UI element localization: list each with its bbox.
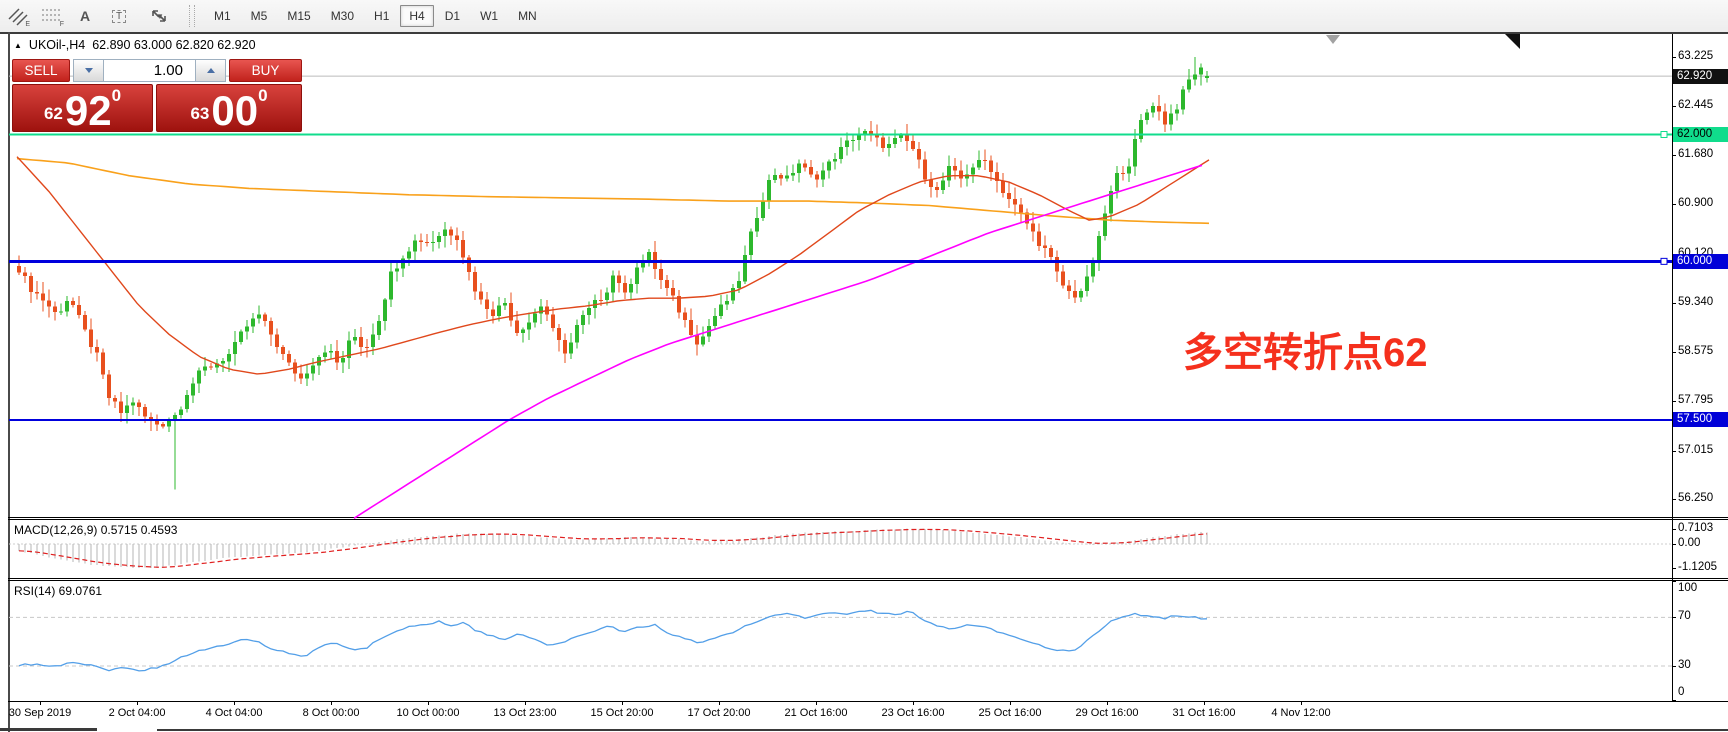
corner-marker-icon [1505, 34, 1520, 49]
buy-price-big: 00 [211, 94, 258, 128]
axis-label: 100 [1678, 582, 1697, 594]
collapse-panel-icon[interactable]: ▲ [14, 41, 22, 50]
time-axis-label: 29 Oct 16:00 [1076, 707, 1139, 719]
toolbar: E F A T ▼ M1M5M15M30H1H4D1W1MN [0, 0, 1728, 32]
tf-button-h1[interactable]: H1 [365, 5, 398, 27]
macd-pane[interactable] [9, 520, 1672, 577]
axis-label: 57.795 [1678, 394, 1713, 406]
equidistant-channel-icon[interactable]: E [1, 3, 33, 29]
volume-input[interactable]: 1.00 [104, 59, 195, 82]
hline-62000-handle[interactable] [1661, 131, 1667, 137]
axis-label: 63.225 [1678, 50, 1713, 62]
sell-price-big: 92 [65, 94, 112, 128]
time-axis-label: 10 Oct 00:00 [397, 707, 460, 719]
one-click-trading-panel: SELL 1.00 BUY 62 92 0 63 00 0 [12, 59, 302, 132]
buy-price-display[interactable]: 63 00 0 [156, 84, 302, 132]
volume-increase-button[interactable] [195, 59, 226, 82]
tf-button-m5[interactable]: M5 [242, 5, 277, 27]
sell-price-prefix: 62 [44, 104, 63, 124]
arrows-tool-icon[interactable]: ▼ [137, 3, 181, 29]
tf-button-d1[interactable]: D1 [436, 5, 469, 27]
axis-label: 61.680 [1678, 148, 1713, 160]
time-axis-label: 2 Oct 04:00 [109, 707, 166, 719]
toolbar-separator [189, 5, 195, 27]
hline-60-badge: 60.000 [1673, 254, 1728, 269]
current-price-badge: 62.920 [1673, 69, 1728, 84]
axis-label: 57.015 [1678, 444, 1713, 456]
hline-575-badge: 57.500 [1673, 412, 1728, 427]
symbol-period-label: UKOil-,H4 [29, 38, 85, 52]
sell-price-sup: 0 [112, 86, 121, 106]
ma-medium-red [17, 157, 1209, 374]
time-axis-label: 4 Oct 04:00 [206, 707, 263, 719]
sell-button[interactable]: SELL [12, 59, 70, 82]
tf-button-m15[interactable]: M15 [278, 5, 319, 27]
axis-label: 70 [1678, 610, 1691, 622]
tf-button-m1[interactable]: M1 [205, 5, 240, 27]
time-axis-label: 15 Oct 20:00 [591, 707, 654, 719]
macd-signal-line [19, 529, 1207, 567]
h-scrollbar-track[interactable] [157, 729, 1728, 731]
time-axis-label: 8 Oct 00:00 [303, 707, 360, 719]
time-axis-line [8, 701, 1728, 702]
tf-button-h4[interactable]: H4 [400, 5, 433, 27]
chart-shift-marker-icon[interactable] [1326, 35, 1340, 44]
axis-label: 0.00 [1678, 537, 1700, 549]
time-axis-label: 13 Oct 23:00 [494, 707, 557, 719]
label-tool-icon[interactable]: T [103, 3, 135, 29]
axis-label: 0.7103 [1678, 522, 1713, 534]
tf-button-m30[interactable]: M30 [322, 5, 363, 27]
time-axis-label: 17 Oct 20:00 [688, 707, 751, 719]
rsi-label: RSI(14) 69.0761 [14, 584, 102, 598]
pane-separator[interactable] [8, 578, 1728, 579]
axis-label: 30 [1678, 659, 1691, 671]
axis-label: -1.1205 [1678, 561, 1717, 573]
h-scrollbar-thumb[interactable] [0, 728, 97, 731]
chart-title: ▲ UKOil-,H4 62.890 63.000 62.820 62.920 [14, 38, 256, 52]
sell-price-display[interactable]: 62 92 0 [12, 84, 153, 132]
time-axis-label: 30 Sep 2019 [9, 707, 71, 719]
ohlc-values: 62.890 63.000 62.820 62.920 [92, 38, 255, 52]
pane-separator[interactable] [8, 517, 1728, 518]
tf-button-w1[interactable]: W1 [471, 5, 507, 27]
buy-price-prefix: 63 [190, 104, 209, 124]
time-axis-label: 4 Nov 12:00 [1271, 707, 1330, 719]
axis-label: 56.250 [1678, 492, 1713, 504]
arrows-glyph [149, 7, 169, 25]
timeframe-buttons: M1M5M15M30H1H4D1W1MN [204, 5, 547, 27]
axis-label: 58.575 [1678, 345, 1713, 357]
macd-label: MACD(12,26,9) 0.5715 0.4593 [14, 523, 177, 537]
hline-60000-handle[interactable] [1661, 258, 1667, 264]
axis-label: 60.900 [1678, 197, 1713, 209]
fibonacci-glyph [41, 6, 61, 26]
time-axis-label: 21 Oct 16:00 [785, 707, 848, 719]
axis-label: 62.445 [1678, 99, 1713, 111]
rsi-pane[interactable] [9, 581, 1672, 700]
buy-button[interactable]: BUY [229, 59, 302, 82]
tf-button-mn[interactable]: MN [509, 5, 546, 27]
equidistant-channel-glyph [7, 6, 27, 26]
buy-price-sup: 0 [258, 86, 267, 106]
axis-label: 59.340 [1678, 296, 1713, 308]
time-axis-label: 23 Oct 16:00 [882, 707, 945, 719]
chart-annotation-text[interactable]: 多空转折点62 [1183, 320, 1428, 378]
triangle-down-icon [85, 68, 93, 73]
triangle-up-icon [207, 68, 215, 73]
time-axis-label: 31 Oct 16:00 [1173, 707, 1236, 719]
hline-62-badge: 62.000 [1673, 127, 1728, 142]
volume-decrease-button[interactable] [73, 59, 104, 82]
rsi-line [19, 610, 1207, 671]
text-tool-icon[interactable]: A [69, 3, 101, 29]
axis-label: 0 [1678, 686, 1684, 698]
fibonacci-icon[interactable]: F [35, 3, 67, 29]
macd-histogram [19, 529, 1207, 569]
time-axis-label: 25 Oct 16:00 [979, 707, 1042, 719]
